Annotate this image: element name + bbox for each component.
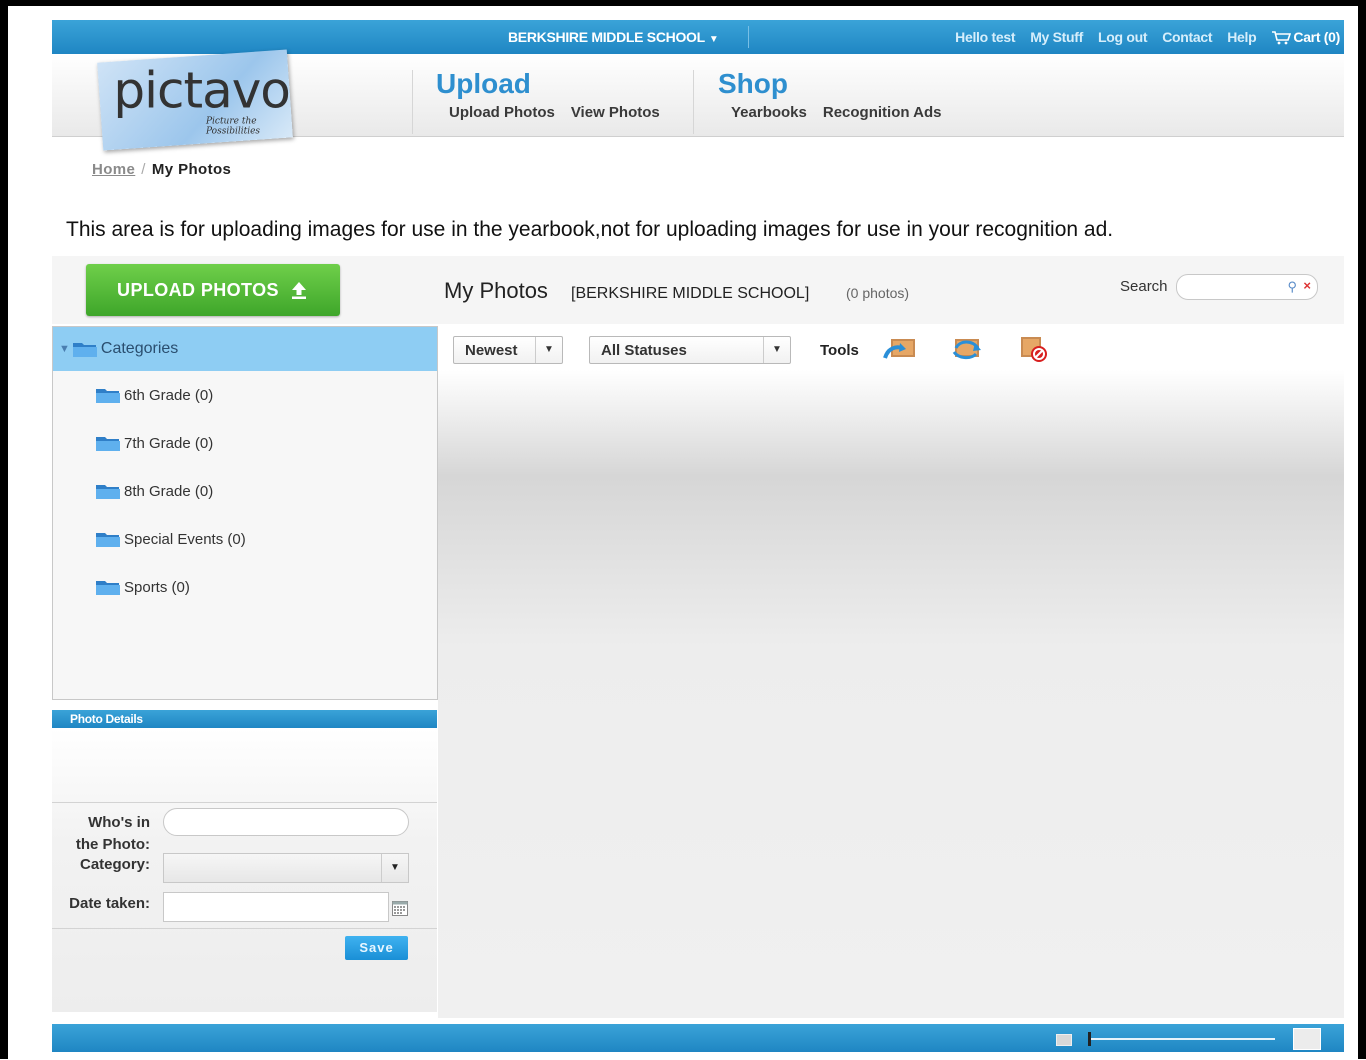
photo-details-header: Photo Details (52, 710, 437, 728)
category-label: Category: (79, 856, 150, 873)
folder-icon (95, 578, 121, 596)
who-in-photo-input[interactable] (163, 808, 409, 836)
move-photo-icon[interactable] (882, 334, 920, 364)
photos-toolbar: UPLOAD PHOTOS My Photos [BERKSHIRE MIDDL… (52, 256, 1344, 324)
zoom-slider-handle[interactable] (1088, 1032, 1091, 1046)
who-in-photo-label: Who's in the Photo: (62, 812, 150, 856)
nav-shop-title[interactable]: Shop (718, 68, 941, 100)
cart-icon (1272, 31, 1292, 45)
folder-icon (72, 340, 98, 358)
search-icon[interactable]: ⚲ (1287, 279, 1297, 295)
category-label: 8th Grade (0) (124, 482, 214, 500)
category-select[interactable]: ▼ (163, 853, 409, 883)
category-item[interactable]: 7th Grade (0) (53, 419, 437, 467)
folder-icon (95, 530, 121, 548)
divider (52, 802, 437, 803)
cart-label: Cart (0) (1293, 29, 1340, 45)
breadcrumb-current: My Photos (151, 161, 232, 178)
nav-upload-photos[interactable]: Upload Photos (449, 104, 555, 121)
category-label: 7th Grade (0) (124, 434, 214, 452)
nav-upload: Upload Upload Photos View Photos (436, 68, 660, 121)
school-selector[interactable]: BERKSHIRE MIDDLE SCHOOL ▼ (508, 29, 719, 45)
category-item[interactable]: 8th Grade (0) (53, 467, 437, 515)
zoom-slider[interactable] (1089, 1038, 1275, 1040)
categories-panel: ▼ Categories 6th Grade (0) 7th Grade (0)… (52, 326, 438, 700)
window-frame: BERKSHIRE MIDDLE SCHOOL ▼ Hello test My S… (0, 0, 1366, 1060)
tools-label: Tools (820, 342, 859, 359)
category-item[interactable]: Sports (0) (53, 563, 437, 611)
logo-tagline: Picture the Possibilities (205, 116, 261, 137)
nav-shop: Shop Yearbooks Recognition Ads (718, 68, 941, 121)
rotate-photo-icon[interactable] (948, 334, 986, 364)
nav-upload-title[interactable]: Upload (436, 68, 660, 100)
upload-photos-button[interactable]: UPLOAD PHOTOS (86, 264, 340, 316)
section-title: My Photos (444, 278, 548, 303)
header: pictavo Picture the Possibilities Upload… (52, 49, 1344, 151)
category-label: Sports (0) (124, 578, 190, 596)
save-button[interactable]: Save (345, 936, 408, 960)
pictavo-logo[interactable]: pictavo Picture the Possibilities (97, 49, 293, 151)
chevron-down-icon[interactable]: ▼ (381, 854, 408, 882)
caret-down-icon: ▼ (708, 34, 719, 45)
folder-icon (95, 434, 121, 452)
status-select[interactable]: All Statuses ▼ (589, 336, 791, 364)
sort-select[interactable]: Newest ▼ (453, 336, 563, 364)
sort-value: Newest (465, 342, 518, 359)
nav-view-photos[interactable]: View Photos (571, 104, 660, 121)
calendar-icon[interactable] (392, 900, 408, 921)
nav-yearbooks[interactable]: Yearbooks (731, 104, 807, 121)
nav-recognition-ads[interactable]: Recognition Ads (823, 104, 942, 121)
category-label: 6th Grade (0) (124, 386, 214, 404)
logout-link[interactable]: Log out (1098, 29, 1148, 45)
date-taken-input[interactable] (163, 892, 389, 922)
divider (412, 70, 413, 134)
upload-button-label: UPLOAD PHOTOS (117, 279, 279, 300)
zoom-in-icon[interactable] (1293, 1028, 1321, 1050)
account-links: Hello test My Stuff Log out Contact Help… (955, 29, 1340, 45)
breadcrumb: Home / My Photos (92, 161, 231, 178)
page: BERKSHIRE MIDDLE SCHOOL ▼ Hello test My S… (52, 20, 1344, 1060)
upload-arrow-icon (291, 282, 306, 299)
folder-icon (95, 386, 121, 404)
cart-link[interactable]: Cart (0) (1271, 29, 1340, 45)
category-label: Special Events (0) (124, 530, 246, 548)
clear-search-icon[interactable]: × (1303, 278, 1311, 293)
divider (748, 26, 749, 48)
breadcrumb-separator: / (141, 161, 146, 178)
zoom-out-icon[interactable] (1056, 1034, 1072, 1046)
section-school: [BERKSHIRE MIDDLE SCHOOL] (571, 285, 810, 302)
upload-notice: This area is for uploading images for us… (66, 218, 1114, 241)
top-bar: BERKSHIRE MIDDLE SCHOOL ▼ Hello test My S… (52, 20, 1344, 54)
chevron-down-icon: ▼ (535, 337, 562, 363)
divider (52, 928, 437, 929)
who-label-line1: Who's in (88, 814, 150, 831)
folder-icon (95, 482, 121, 500)
divider (693, 70, 694, 134)
help-link[interactable]: Help (1227, 29, 1256, 45)
search-label: Search (1120, 278, 1168, 295)
categories-title: Categories (100, 340, 179, 357)
my-stuff-link[interactable]: My Stuff (1030, 29, 1083, 45)
expand-triangle-icon[interactable]: ▼ (59, 343, 70, 355)
contact-link[interactable]: Contact (1162, 29, 1212, 45)
greeting-link[interactable]: Hello test (955, 29, 1015, 45)
category-item[interactable]: Special Events (0) (53, 515, 437, 563)
search-input[interactable]: ⚲ × (1176, 274, 1318, 300)
who-label-line2: the Photo: (75, 836, 150, 853)
bottom-bar (52, 1024, 1344, 1052)
chevron-down-icon: ▼ (763, 337, 790, 363)
school-name: BERKSHIRE MIDDLE SCHOOL (508, 29, 705, 45)
delete-photo-icon[interactable] (1014, 334, 1052, 364)
categories-header[interactable]: ▼ Categories (53, 327, 437, 371)
status-value: All Statuses (601, 342, 687, 359)
photo-count: (0 photos) (846, 285, 910, 301)
breadcrumb-home[interactable]: Home (92, 161, 135, 178)
logo-word: pictavo (113, 61, 290, 120)
photo-gallery-area: Newest ▼ All Statuses ▼ Tools (438, 326, 1344, 1018)
date-taken-label: Date taken: (69, 895, 150, 912)
category-item[interactable]: 6th Grade (0) (53, 371, 437, 419)
